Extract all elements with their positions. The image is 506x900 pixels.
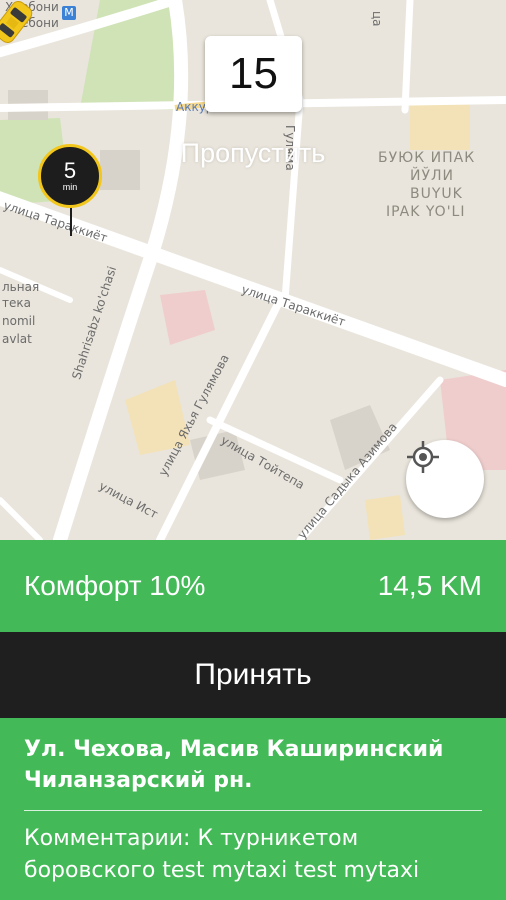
road bbox=[401, 0, 414, 114]
map-label: BUYUK bbox=[410, 186, 463, 202]
skip-label: Пропустить bbox=[180, 138, 326, 168]
divider bbox=[24, 810, 482, 811]
tariff-label: Комфорт 10% bbox=[24, 570, 206, 601]
order-summary-bar: Комфорт 10% 14,5 KM bbox=[0, 540, 506, 632]
map-label: тека bbox=[2, 296, 31, 310]
locate-me-button[interactable] bbox=[406, 440, 484, 518]
eta-pin-stick bbox=[70, 206, 72, 236]
map-label: nomil bbox=[2, 314, 36, 328]
order-comment: Комментарии: К турникетом боровского tes… bbox=[24, 826, 420, 883]
pickup-address: Ул. Чехова, Масив Каширинский Чиланзарск… bbox=[24, 737, 444, 793]
eta-unit: min bbox=[62, 181, 78, 192]
map-label: ца bbox=[370, 11, 384, 27]
map-label: льная bbox=[2, 280, 40, 294]
road bbox=[0, 497, 43, 540]
crosshair-icon bbox=[407, 441, 439, 473]
map-label: IPAK YO'LI bbox=[386, 204, 466, 220]
map-label: ЙЎЛИ bbox=[410, 168, 455, 184]
building bbox=[365, 495, 405, 540]
map-view[interactable]: Хиебони Хиебони M Аккур Гуляма ца БУЮК И… bbox=[0, 0, 506, 540]
metro-icon: M bbox=[62, 6, 76, 20]
countdown-timer: 15 bbox=[205, 36, 302, 112]
skip-button[interactable]: Пропустить bbox=[0, 138, 506, 169]
building bbox=[160, 290, 215, 345]
distance-label: 14,5 KM bbox=[377, 570, 482, 601]
map-label: avlat bbox=[2, 332, 32, 346]
accept-label: Принять bbox=[194, 658, 312, 691]
accept-button[interactable]: Принять bbox=[0, 632, 506, 718]
order-details: Ул. Чехова, Масив Каширинский Чиланзарск… bbox=[0, 718, 506, 900]
